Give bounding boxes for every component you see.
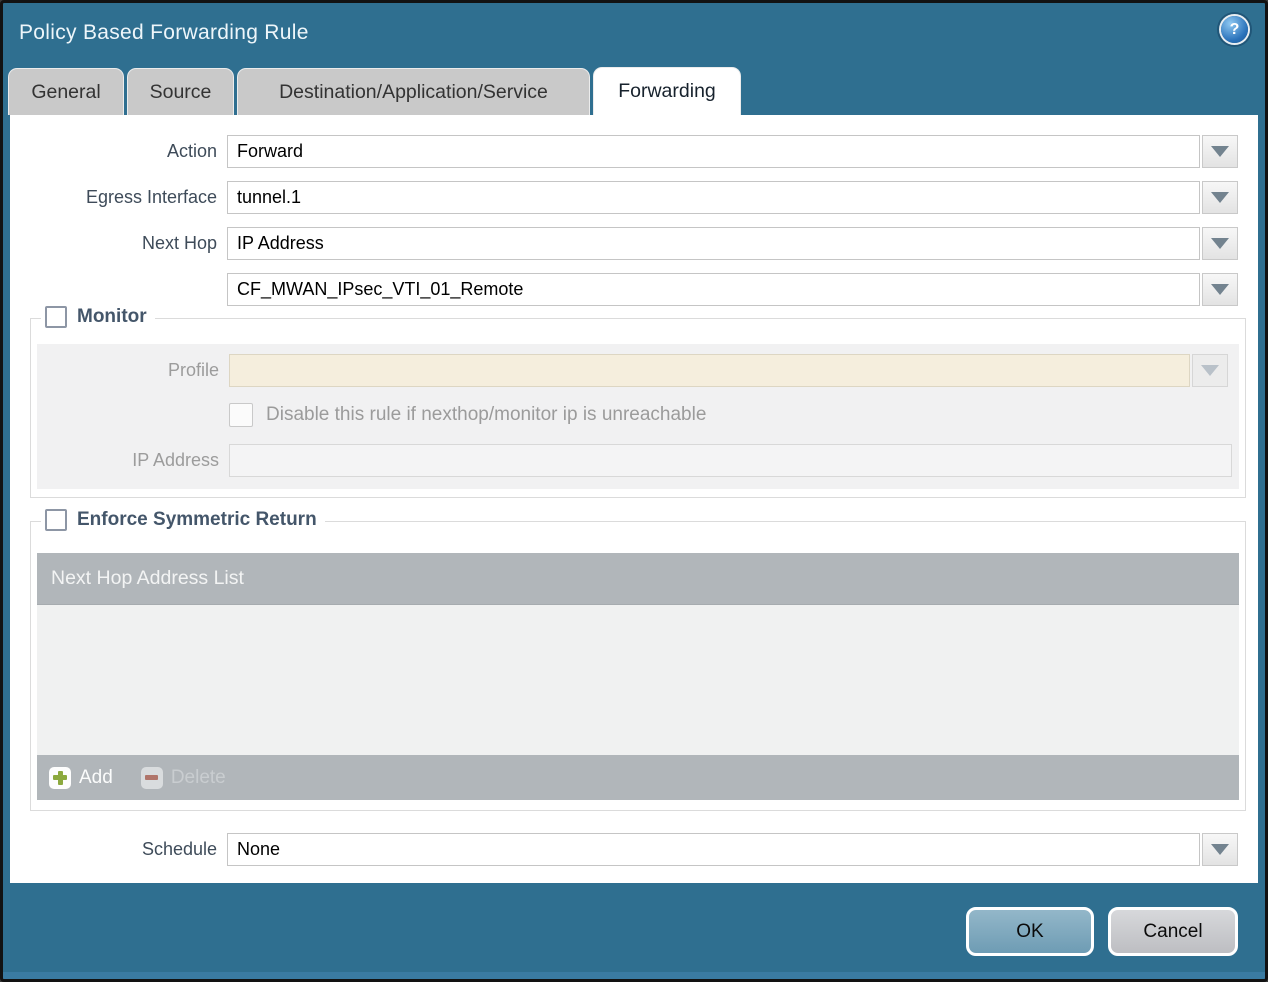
chevron-down-icon [1211,192,1229,203]
symmetric-return-section: Enforce Symmetric Return Next Hop Addres… [30,509,1246,811]
symmetric-return-legend: Enforce Symmetric Return [41,509,325,531]
dialog-button-bar: OK Cancel [3,883,1265,956]
tab-forwarding[interactable]: Forwarding [593,67,741,115]
next-hop-address-list-header: Next Hop Address List [37,553,1239,605]
action-label: Action [166,141,217,161]
next-hop-address-value: CF_MWAN_IPsec_VTI_01_Remote [237,279,524,299]
next-hop-dropdown-button[interactable] [1202,227,1238,260]
monitor-ip-address-input [229,444,1232,477]
add-button-label: Add [79,766,113,788]
next-hop-type-value: IP Address [237,233,324,253]
tab-source[interactable]: Source [127,68,234,115]
schedule-dropdown-button[interactable] [1202,833,1238,866]
next-hop-address-dropdown-button[interactable] [1202,273,1238,306]
next-hop-address-select[interactable]: CF_MWAN_IPsec_VTI_01_Remote [227,273,1200,306]
chevron-down-icon [1211,844,1229,855]
symmetric-return-legend-label: Enforce Symmetric Return [77,509,317,530]
chevron-down-icon [1211,284,1229,295]
schedule-row: Schedule None [10,832,1258,867]
minus-icon [140,766,163,789]
next-hop-row: Next Hop IP Address [10,226,1258,261]
egress-interface-select[interactable]: tunnel.1 [227,181,1200,214]
monitor-legend-label: Monitor [77,306,147,327]
cancel-button[interactable]: Cancel [1108,907,1238,956]
footer-accent-strip [3,972,1265,979]
monitor-ip-address-row: IP Address [37,444,1235,477]
help-icon[interactable]: ? [1221,16,1248,43]
disable-rule-checkbox [229,403,253,427]
add-button[interactable]: Add [49,766,113,789]
policy-based-forwarding-dialog: Policy Based Forwarding Rule ? General S… [0,0,1268,982]
next-hop-address-list-toolbar: Add Delete [37,755,1239,800]
egress-interface-label: Egress Interface [85,187,217,207]
profile-row: Profile [37,354,1235,387]
next-hop-address-list-header-label: Next Hop Address List [51,567,244,589]
help-icon-glyph: ? [1229,20,1240,38]
monitor-checkbox[interactable] [45,306,67,328]
forwarding-tab-panel: Action Forward Egress Interface tunnel.1… [10,115,1258,883]
chevron-down-icon [1211,238,1229,249]
egress-interface-dropdown-button[interactable] [1202,181,1238,214]
next-hop-address-list-body [37,605,1239,755]
next-hop-address-row: CF_MWAN_IPsec_VTI_01_Remote [10,272,1258,307]
monitor-legend: Monitor [41,306,155,328]
schedule-value: None [237,839,281,859]
next-hop-address-list-table: Next Hop Address List Add Delete [37,553,1239,800]
tab-destination-application-service[interactable]: Destination/Application/Service [237,68,590,115]
profile-label: Profile [167,360,219,380]
egress-interface-row: Egress Interface tunnel.1 [10,180,1258,215]
chevron-down-icon [1211,146,1229,157]
schedule-label: Schedule [141,839,217,859]
monitor-panel: Profile Disable this rule if nexthop/mon… [37,344,1239,489]
next-hop-type-select[interactable]: IP Address [227,227,1200,260]
monitor-section: Monitor Profile Disable this rule if nex… [30,306,1246,498]
monitor-ip-address-label: IP Address [132,450,219,470]
egress-interface-value: tunnel.1 [237,187,302,207]
dialog-titlebar: Policy Based Forwarding Rule ? [3,3,1265,62]
disable-rule-label: Disable this rule if nexthop/monitor ip … [266,404,707,425]
delete-button: Delete [140,766,226,789]
schedule-select[interactable]: None [227,833,1200,866]
profile-dropdown-button [1192,354,1228,387]
symmetric-return-checkbox[interactable] [45,509,67,531]
action-value: Forward [237,141,304,161]
ok-button[interactable]: OK [966,907,1094,956]
action-dropdown-button[interactable] [1202,135,1238,168]
chevron-down-icon [1201,365,1219,376]
next-hop-label: Next Hop [141,233,217,253]
profile-select [229,354,1190,387]
tab-general[interactable]: General [8,68,124,115]
plus-icon [49,766,71,789]
disable-rule-row: Disable this rule if nexthop/monitor ip … [229,403,1235,427]
dialog-footer: OK Cancel [3,883,1265,979]
action-row: Action Forward [10,134,1258,169]
tab-bar: General Source Destination/Application/S… [3,62,1265,115]
delete-button-label: Delete [170,766,226,788]
action-select[interactable]: Forward [227,135,1200,168]
dialog-title: Policy Based Forwarding Rule [19,20,309,44]
